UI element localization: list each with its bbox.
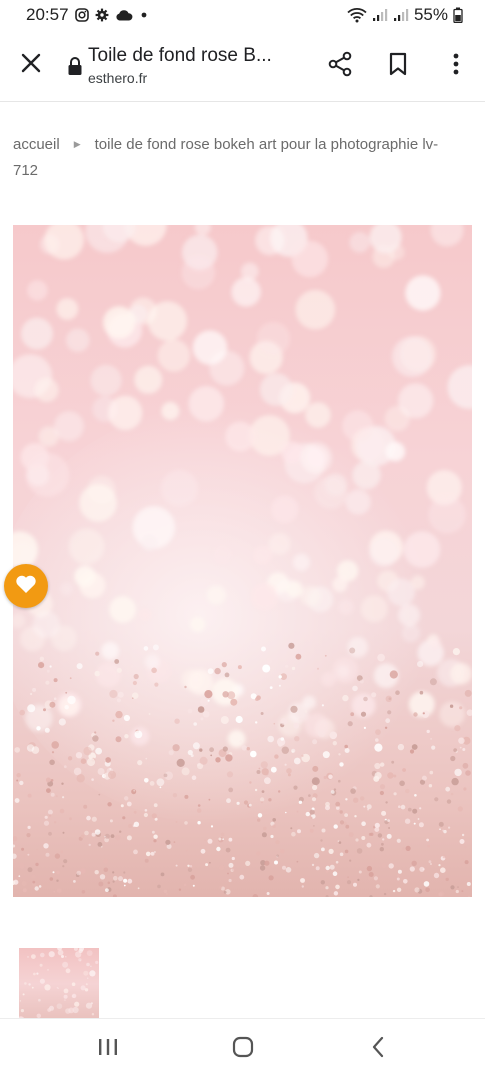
- breadcrumb-home-link[interactable]: accueil: [13, 136, 60, 153]
- security-indicator[interactable]: [62, 30, 88, 102]
- back-button[interactable]: [338, 1025, 418, 1075]
- recent-apps-button[interactable]: [68, 1025, 148, 1075]
- cloud-icon: [115, 9, 133, 21]
- battery-percent: 55%: [413, 5, 448, 24]
- status-right: 55%: [347, 5, 463, 25]
- thumbnail-image: [19, 948, 99, 1020]
- recent-apps-icon: [97, 1037, 119, 1062]
- close-icon: [21, 53, 41, 78]
- system-nav-bar: [0, 1018, 485, 1080]
- bookmark-icon: [388, 52, 408, 81]
- status-left: 20:57: [26, 5, 149, 25]
- page-url: esthero.fr: [88, 70, 148, 86]
- product-image[interactable]: [13, 225, 472, 897]
- bookmark-button[interactable]: [369, 30, 427, 102]
- clock: 20:57: [26, 5, 69, 24]
- signal-icon: [372, 8, 388, 22]
- chevron-right-icon: ▶: [73, 139, 81, 149]
- signal-icon: [393, 8, 409, 22]
- home-icon: [231, 1035, 255, 1064]
- product-thumbnail[interactable]: [19, 948, 99, 1020]
- more-vert-icon: [452, 52, 460, 81]
- breadcrumb: accueil ▶ toile de fond rose bokeh art pou…: [13, 131, 463, 184]
- share-button[interactable]: [311, 30, 369, 102]
- toolbar-actions: [311, 30, 485, 102]
- wishlist-button[interactable]: [4, 564, 48, 608]
- more-options-button[interactable]: [427, 30, 485, 102]
- heart-icon: [15, 574, 37, 599]
- back-icon: [371, 1036, 385, 1063]
- home-button[interactable]: [203, 1025, 283, 1075]
- close-button[interactable]: [0, 30, 62, 102]
- lock-icon: [67, 56, 83, 81]
- page-info[interactable]: Toile de fond rose B... esthero.fr: [88, 45, 298, 86]
- settings-icon: [95, 8, 109, 22]
- page-title: Toile de fond rose B...: [88, 45, 272, 66]
- battery-icon: [453, 7, 463, 23]
- browser-toolbar: Toile de fond rose B... esthero.fr: [0, 30, 485, 102]
- bokeh-image: [13, 225, 472, 897]
- share-icon: [327, 51, 353, 82]
- dot-icon: [139, 10, 149, 20]
- wifi-icon: [347, 7, 367, 23]
- instagram-icon: [74, 8, 89, 22]
- status-bar: 20:57 55%: [0, 0, 485, 30]
